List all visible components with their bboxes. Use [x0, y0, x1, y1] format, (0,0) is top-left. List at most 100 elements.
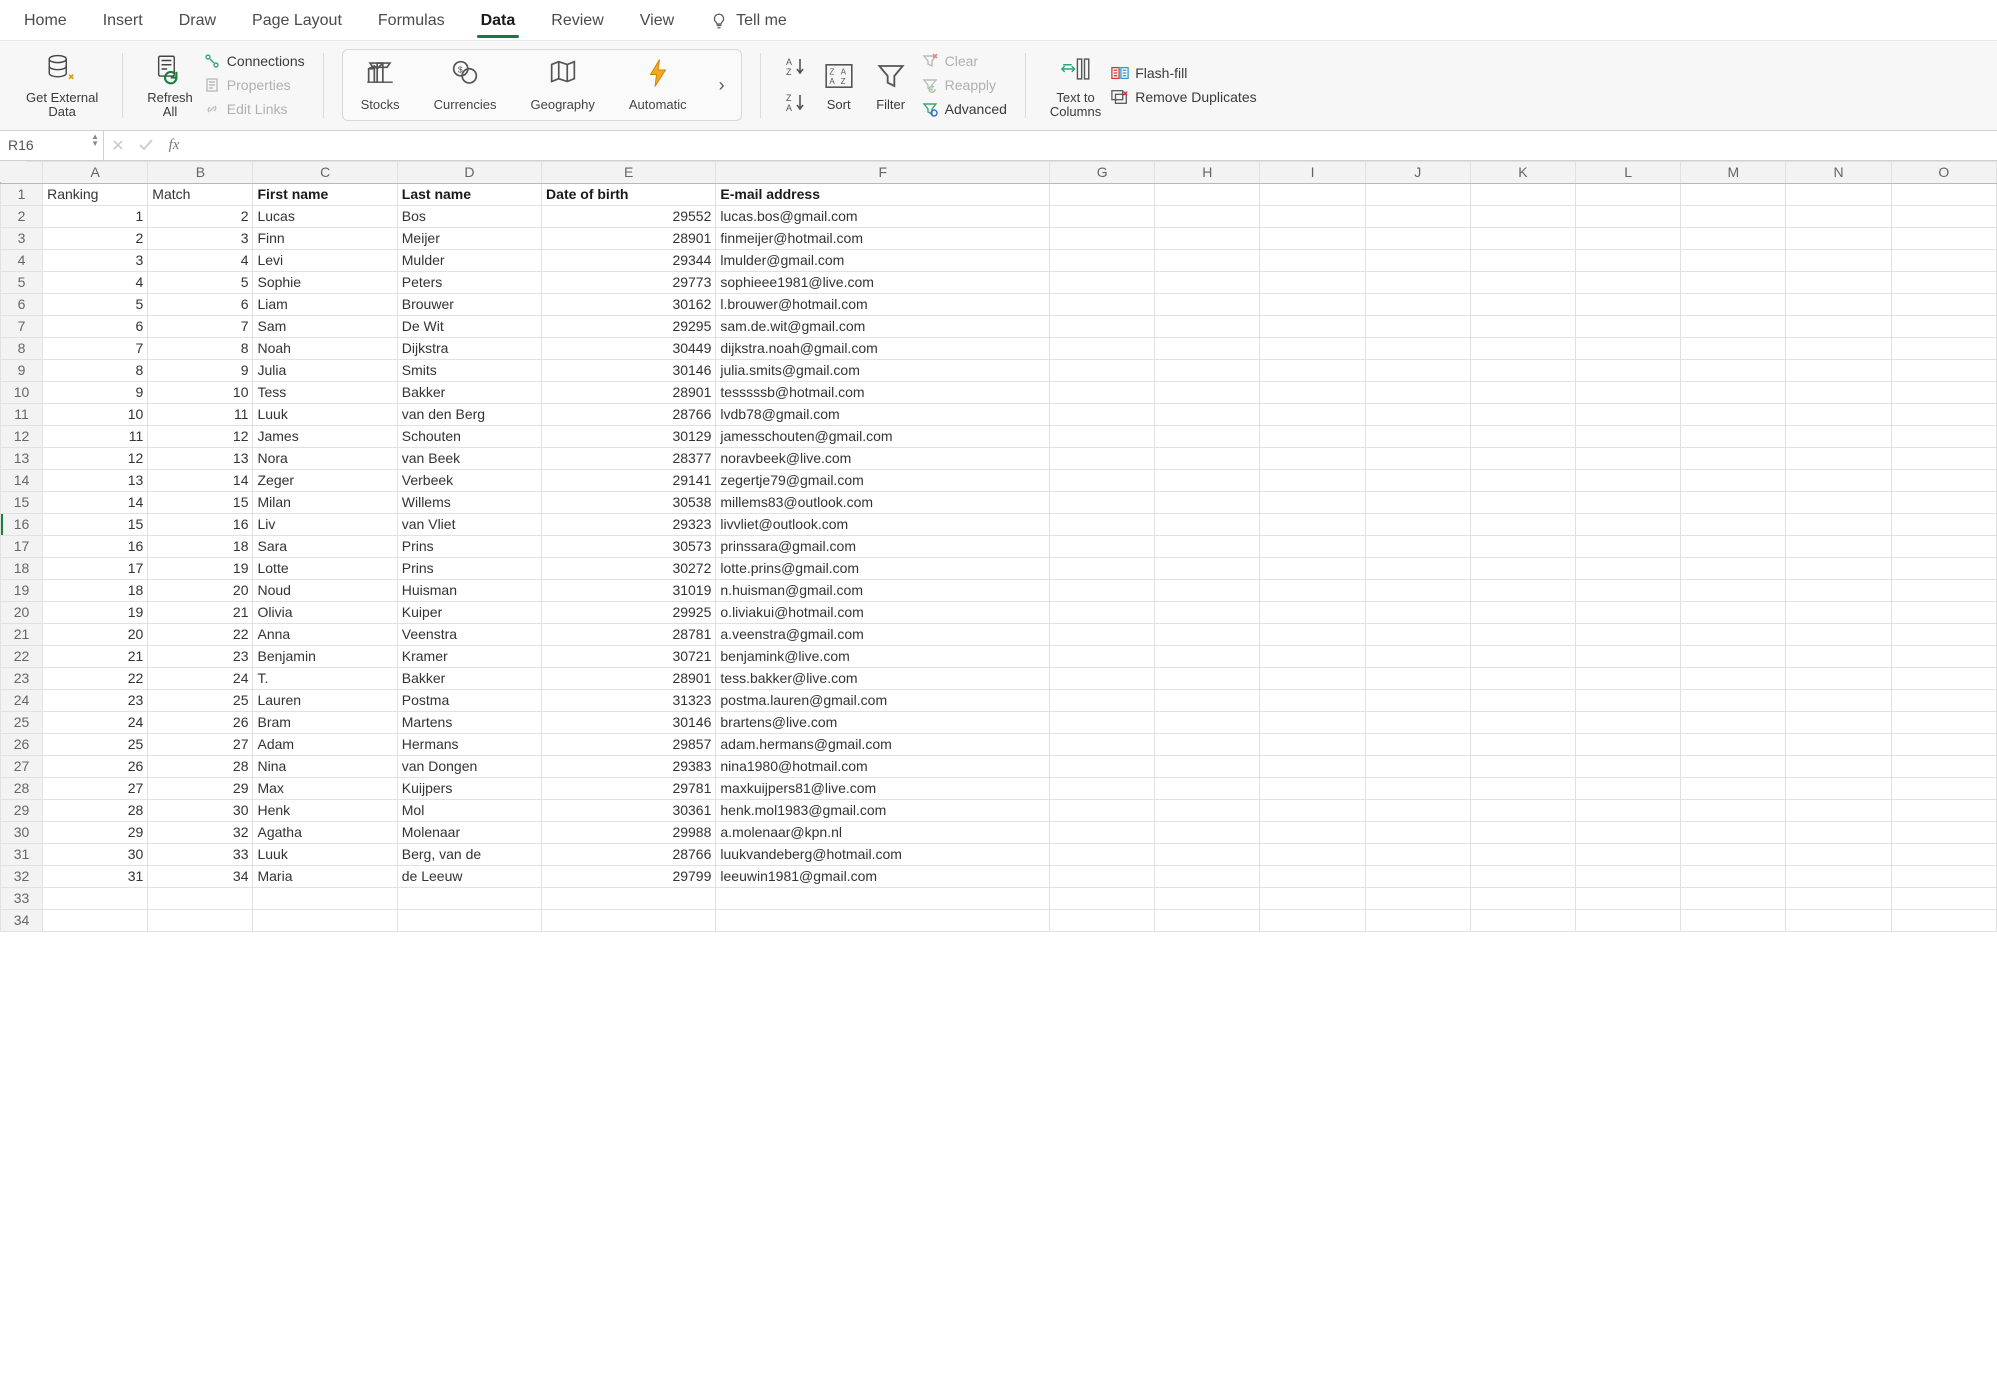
cell-K4[interactable] [1470, 249, 1575, 271]
cell-E10[interactable]: 28901 [542, 381, 716, 403]
cell-J19[interactable] [1365, 579, 1470, 601]
column-header-I[interactable]: I [1260, 161, 1365, 183]
advanced-filter-button[interactable]: Advanced [921, 100, 1007, 118]
cell-L1[interactable] [1576, 183, 1681, 205]
cell-K33[interactable] [1470, 887, 1575, 909]
cell-C23[interactable]: T. [253, 667, 397, 689]
flash-fill-button[interactable]: Flash-fill [1111, 64, 1256, 82]
cell-A23[interactable]: 22 [43, 667, 148, 689]
cell-M7[interactable] [1681, 315, 1786, 337]
refresh-all-button[interactable]: Refresh All [141, 49, 199, 122]
cell-F12[interactable]: jamesschouten@gmail.com [716, 425, 1050, 447]
cell-N16[interactable] [1786, 513, 1891, 535]
cell-H10[interactable] [1155, 381, 1260, 403]
cell-L2[interactable] [1576, 205, 1681, 227]
cell-I18[interactable] [1260, 557, 1365, 579]
cell-E33[interactable] [542, 887, 716, 909]
cell-G16[interactable] [1050, 513, 1155, 535]
cell-F19[interactable]: n.huisman@gmail.com [716, 579, 1050, 601]
cell-N24[interactable] [1786, 689, 1891, 711]
datatype-stocks[interactable]: Stocks [353, 56, 408, 114]
cell-L33[interactable] [1576, 887, 1681, 909]
row-header[interactable]: 6 [1, 293, 43, 315]
cell-L14[interactable] [1576, 469, 1681, 491]
cell-E2[interactable]: 29552 [542, 205, 716, 227]
cell-G27[interactable] [1050, 755, 1155, 777]
cell-C34[interactable] [253, 909, 397, 931]
cell-L3[interactable] [1576, 227, 1681, 249]
column-header-E[interactable]: E [542, 161, 716, 183]
cell-I22[interactable] [1260, 645, 1365, 667]
cell-M32[interactable] [1681, 865, 1786, 887]
cell-O28[interactable] [1891, 777, 1996, 799]
cell-J24[interactable] [1365, 689, 1470, 711]
cell-G5[interactable] [1050, 271, 1155, 293]
cell-L30[interactable] [1576, 821, 1681, 843]
cell-J31[interactable] [1365, 843, 1470, 865]
cell-E14[interactable]: 29141 [542, 469, 716, 491]
cell-O24[interactable] [1891, 689, 1996, 711]
cell-A15[interactable]: 14 [43, 491, 148, 513]
cell-C32[interactable]: Maria [253, 865, 397, 887]
cell-G34[interactable] [1050, 909, 1155, 931]
cell-M24[interactable] [1681, 689, 1786, 711]
cell-F29[interactable]: henk.mol1983@gmail.com [716, 799, 1050, 821]
cell-J6[interactable] [1365, 293, 1470, 315]
cell-O4[interactable] [1891, 249, 1996, 271]
cell-I29[interactable] [1260, 799, 1365, 821]
cell-M31[interactable] [1681, 843, 1786, 865]
cell-K19[interactable] [1470, 579, 1575, 601]
cell-C14[interactable]: Zeger [253, 469, 397, 491]
cell-O16[interactable] [1891, 513, 1996, 535]
cell-B21[interactable]: 22 [148, 623, 253, 645]
cell-O21[interactable] [1891, 623, 1996, 645]
cell-O13[interactable] [1891, 447, 1996, 469]
cell-J26[interactable] [1365, 733, 1470, 755]
cell-A27[interactable]: 26 [43, 755, 148, 777]
cell-M11[interactable] [1681, 403, 1786, 425]
cell-N15[interactable] [1786, 491, 1891, 513]
column-header-G[interactable]: G [1050, 161, 1155, 183]
cell-K14[interactable] [1470, 469, 1575, 491]
cell-M27[interactable] [1681, 755, 1786, 777]
column-header-K[interactable]: K [1470, 161, 1575, 183]
cell-O33[interactable] [1891, 887, 1996, 909]
sort-asc-button[interactable]: AZ [783, 54, 809, 80]
cell-N12[interactable] [1786, 425, 1891, 447]
cell-E4[interactable]: 29344 [542, 249, 716, 271]
spreadsheet-grid[interactable]: ABCDEFGHIJKLMNO 1RankingMatchFirst nameL… [0, 161, 1997, 932]
connections-button[interactable]: Connections [203, 52, 305, 70]
cell-I19[interactable] [1260, 579, 1365, 601]
cell-C13[interactable]: Nora [253, 447, 397, 469]
cell-G7[interactable] [1050, 315, 1155, 337]
ribbon-tab-draw[interactable]: Draw [175, 4, 220, 40]
cell-D7[interactable]: De Wit [397, 315, 541, 337]
row-header[interactable]: 16 [1, 513, 43, 535]
cell-L26[interactable] [1576, 733, 1681, 755]
cell-H24[interactable] [1155, 689, 1260, 711]
cell-G28[interactable] [1050, 777, 1155, 799]
cell-E1[interactable]: Date of birth [542, 183, 716, 205]
cell-O18[interactable] [1891, 557, 1996, 579]
cell-M23[interactable] [1681, 667, 1786, 689]
cell-N8[interactable] [1786, 337, 1891, 359]
cell-A9[interactable]: 8 [43, 359, 148, 381]
cell-I27[interactable] [1260, 755, 1365, 777]
cell-G32[interactable] [1050, 865, 1155, 887]
cell-N21[interactable] [1786, 623, 1891, 645]
cell-I15[interactable] [1260, 491, 1365, 513]
cell-H8[interactable] [1155, 337, 1260, 359]
cell-B14[interactable]: 14 [148, 469, 253, 491]
cell-L4[interactable] [1576, 249, 1681, 271]
cell-F33[interactable] [716, 887, 1050, 909]
cell-D20[interactable]: Kuiper [397, 601, 541, 623]
cell-M2[interactable] [1681, 205, 1786, 227]
cell-O31[interactable] [1891, 843, 1996, 865]
cell-K34[interactable] [1470, 909, 1575, 931]
cell-D13[interactable]: van Beek [397, 447, 541, 469]
row-header[interactable]: 19 [1, 579, 43, 601]
cell-B19[interactable]: 20 [148, 579, 253, 601]
cell-I8[interactable] [1260, 337, 1365, 359]
cell-H3[interactable] [1155, 227, 1260, 249]
cell-M8[interactable] [1681, 337, 1786, 359]
